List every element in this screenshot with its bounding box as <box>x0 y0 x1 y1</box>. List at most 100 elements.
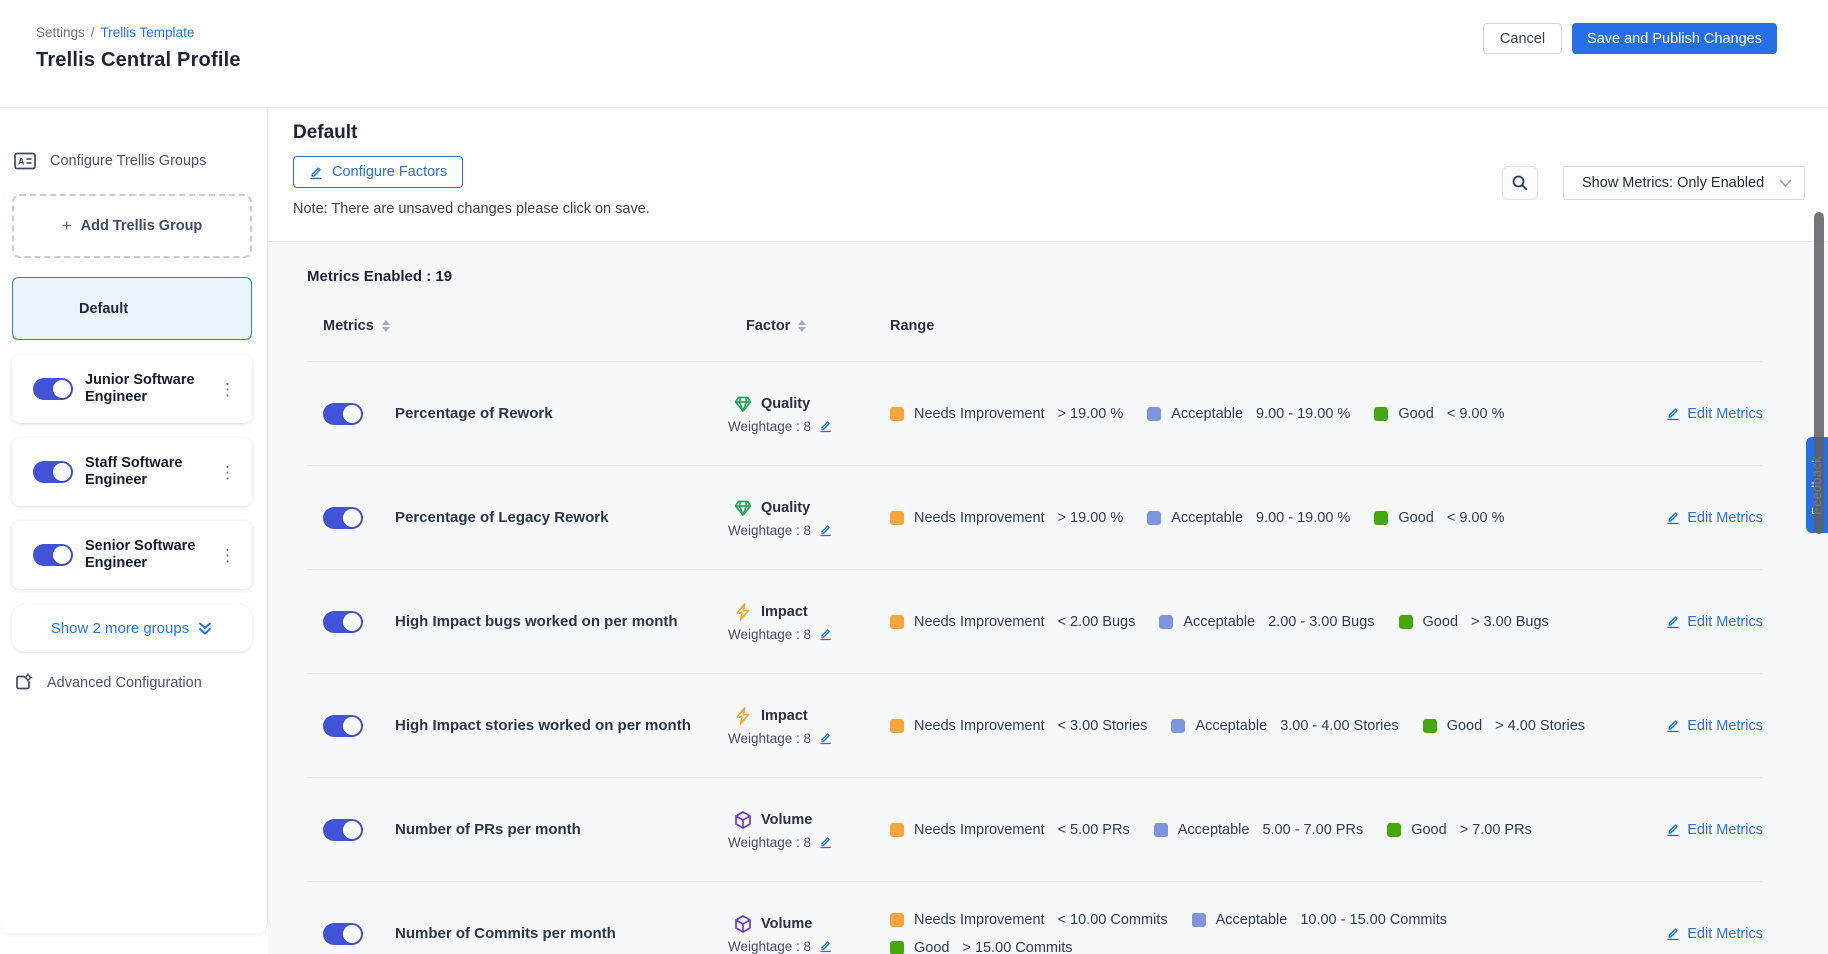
range-label: Acceptable <box>1171 510 1243 526</box>
range-value: 10.00 - 15.00 Commits <box>1300 912 1447 928</box>
range-value: < 9.00 % <box>1447 406 1505 422</box>
metric-enabled-toggle[interactable] <box>323 507 363 529</box>
range-cell: Needs Improvement > 19.00 % Acceptable 9… <box>873 406 1593 422</box>
group-enabled-toggle[interactable] <box>33 378 73 400</box>
default-group-label: Default <box>79 301 128 317</box>
metric-row: Percentage of Legacy Rework Quality Weig… <box>307 465 1763 569</box>
unsaved-changes-note: Note: There are unsaved changes please c… <box>293 201 1828 217</box>
edit-metrics-pencil-icon <box>1666 406 1680 421</box>
range-cell: Needs Improvement > 19.00 % Acceptable 9… <box>873 510 1593 526</box>
breadcrumb-settings[interactable]: Settings <box>36 25 85 40</box>
range-color-swatch <box>890 615 904 629</box>
group-enabled-toggle[interactable] <box>33 544 73 566</box>
kebab-menu-icon[interactable]: ⋮ <box>213 379 242 400</box>
vertical-scrollbar-thumb[interactable] <box>1814 212 1824 534</box>
range-label: Needs Improvement <box>914 822 1045 838</box>
svg-text:A: A <box>18 157 25 167</box>
range-cell: Needs Improvement < 2.00 Bugs Acceptable… <box>873 614 1593 630</box>
show-more-groups-button[interactable]: Show 2 more groups <box>12 604 252 652</box>
chevron-down-icon <box>1779 179 1792 188</box>
range-chip: Needs Improvement > 19.00 % <box>890 406 1123 422</box>
show-metrics-dropdown[interactable]: Show Metrics: Only Enabled <box>1563 166 1805 200</box>
breadcrumb: Settings / Trellis Template <box>36 25 241 40</box>
range-value: 3.00 - 4.00 Stories <box>1280 718 1399 734</box>
edit-metrics-pencil-icon <box>1666 822 1680 837</box>
search-button[interactable] <box>1502 166 1538 200</box>
metric-row: Number of PRs per month Volume Weightage… <box>307 777 1763 881</box>
metric-enabled-toggle[interactable] <box>323 611 363 633</box>
metric-row: Percentage of Rework Quality Weightage :… <box>307 361 1763 465</box>
impact-bolt-icon <box>733 706 753 726</box>
edit-metrics-pencil-icon <box>1666 718 1680 733</box>
metric-enabled-toggle[interactable] <box>323 715 363 737</box>
sort-metrics-button[interactable] <box>382 320 390 332</box>
metric-name: Number of PRs per month <box>395 821 581 838</box>
range-value: < 10.00 Commits <box>1058 912 1168 928</box>
metrics-table-header: Metrics Factor Range <box>307 291 1763 361</box>
metric-enabled-toggle[interactable] <box>323 819 363 841</box>
range-color-swatch <box>890 511 904 525</box>
factor-name: Quality <box>761 500 810 516</box>
edit-metrics-link[interactable]: Edit Metrics <box>1666 614 1763 630</box>
range-label: Good <box>914 940 949 954</box>
range-cell: Needs Improvement < 5.00 PRs Acceptable … <box>873 822 1593 838</box>
range-chip: Acceptable 5.00 - 7.00 PRs <box>1154 822 1364 838</box>
breadcrumb-separator: / <box>91 25 95 40</box>
metric-enabled-toggle[interactable] <box>323 923 363 945</box>
impact-bolt-icon <box>733 602 753 622</box>
weightage-label: Weightage : 8 <box>728 419 811 434</box>
sidebar-item-default[interactable]: Default <box>12 277 252 340</box>
kebab-menu-icon[interactable]: ⋮ <box>213 462 242 483</box>
range-value: 2.00 - 3.00 Bugs <box>1268 614 1374 630</box>
edit-weightage-pencil-icon[interactable] <box>819 419 832 433</box>
sort-factor-button[interactable] <box>798 320 806 332</box>
configure-factors-button[interactable]: Configure Factors <box>293 156 463 188</box>
edit-weightage-pencil-icon[interactable] <box>819 835 832 849</box>
cancel-button[interactable]: Cancel <box>1483 23 1562 54</box>
add-trellis-group-button[interactable]: + Add Trellis Group <box>12 194 252 258</box>
range-label: Needs Improvement <box>914 510 1045 526</box>
edit-metrics-link[interactable]: Edit Metrics <box>1666 822 1763 838</box>
range-value: < 3.00 Stories <box>1058 718 1148 734</box>
range-chip: Needs Improvement > 19.00 % <box>890 510 1123 526</box>
factor-name: Impact <box>761 708 808 724</box>
plus-icon: + <box>62 216 72 236</box>
quality-gem-icon <box>733 498 753 518</box>
edit-weightage-pencil-icon[interactable] <box>819 523 832 537</box>
edit-metrics-link[interactable]: Edit Metrics <box>1666 406 1763 422</box>
advanced-configuration-link[interactable]: Advanced Configuration <box>14 673 253 692</box>
range-cell: Needs Improvement < 10.00 Commits Accept… <box>873 912 1593 954</box>
edit-metrics-pencil-icon <box>1666 926 1680 941</box>
kebab-menu-icon[interactable]: ⋮ <box>213 545 242 566</box>
range-color-swatch <box>890 823 904 837</box>
range-color-swatch <box>890 913 904 927</box>
sidebar-group-card[interactable]: Senior Software Engineer ⋮ <box>12 521 252 589</box>
range-label: Acceptable <box>1183 614 1255 630</box>
volume-cube-icon <box>733 914 753 934</box>
save-and-publish-button[interactable]: Save and Publish Changes <box>1572 23 1777 54</box>
edit-weightage-pencil-icon[interactable] <box>819 939 832 953</box>
range-chip: Needs Improvement < 2.00 Bugs <box>890 614 1135 630</box>
range-value: < 5.00 PRs <box>1058 822 1130 838</box>
sidebar-group-card[interactable]: Staff Software Engineer ⋮ <box>12 438 252 506</box>
column-header-range: Range <box>873 318 1593 334</box>
range-label: Good <box>1447 718 1482 734</box>
edit-metrics-link[interactable]: Edit Metrics <box>1666 926 1763 942</box>
range-chip: Good < 9.00 % <box>1374 406 1504 422</box>
edit-metrics-label: Edit Metrics <box>1687 406 1763 422</box>
sidebar-group-card[interactable]: Junior Software Engineer ⋮ <box>12 355 252 423</box>
edit-metrics-label: Edit Metrics <box>1687 926 1763 942</box>
group-header-section: Default Configure Factors Note: There ar… <box>268 108 1828 242</box>
breadcrumb-trellis-template[interactable]: Trellis Template <box>101 25 195 40</box>
group-label: Senior Software Engineer <box>85 538 213 571</box>
metric-enabled-toggle[interactable] <box>323 403 363 425</box>
edit-metrics-pencil-icon <box>1666 510 1680 525</box>
metric-name: Percentage of Legacy Rework <box>395 509 608 526</box>
double-chevron-down-icon <box>197 621 213 636</box>
group-enabled-toggle[interactable] <box>33 461 73 483</box>
edit-weightage-pencil-icon[interactable] <box>819 627 832 641</box>
edit-weightage-pencil-icon[interactable] <box>819 731 832 745</box>
edit-metrics-link[interactable]: Edit Metrics <box>1666 510 1763 526</box>
metric-row: High Impact stories worked on per month … <box>307 673 1763 777</box>
edit-metrics-link[interactable]: Edit Metrics <box>1666 718 1763 734</box>
